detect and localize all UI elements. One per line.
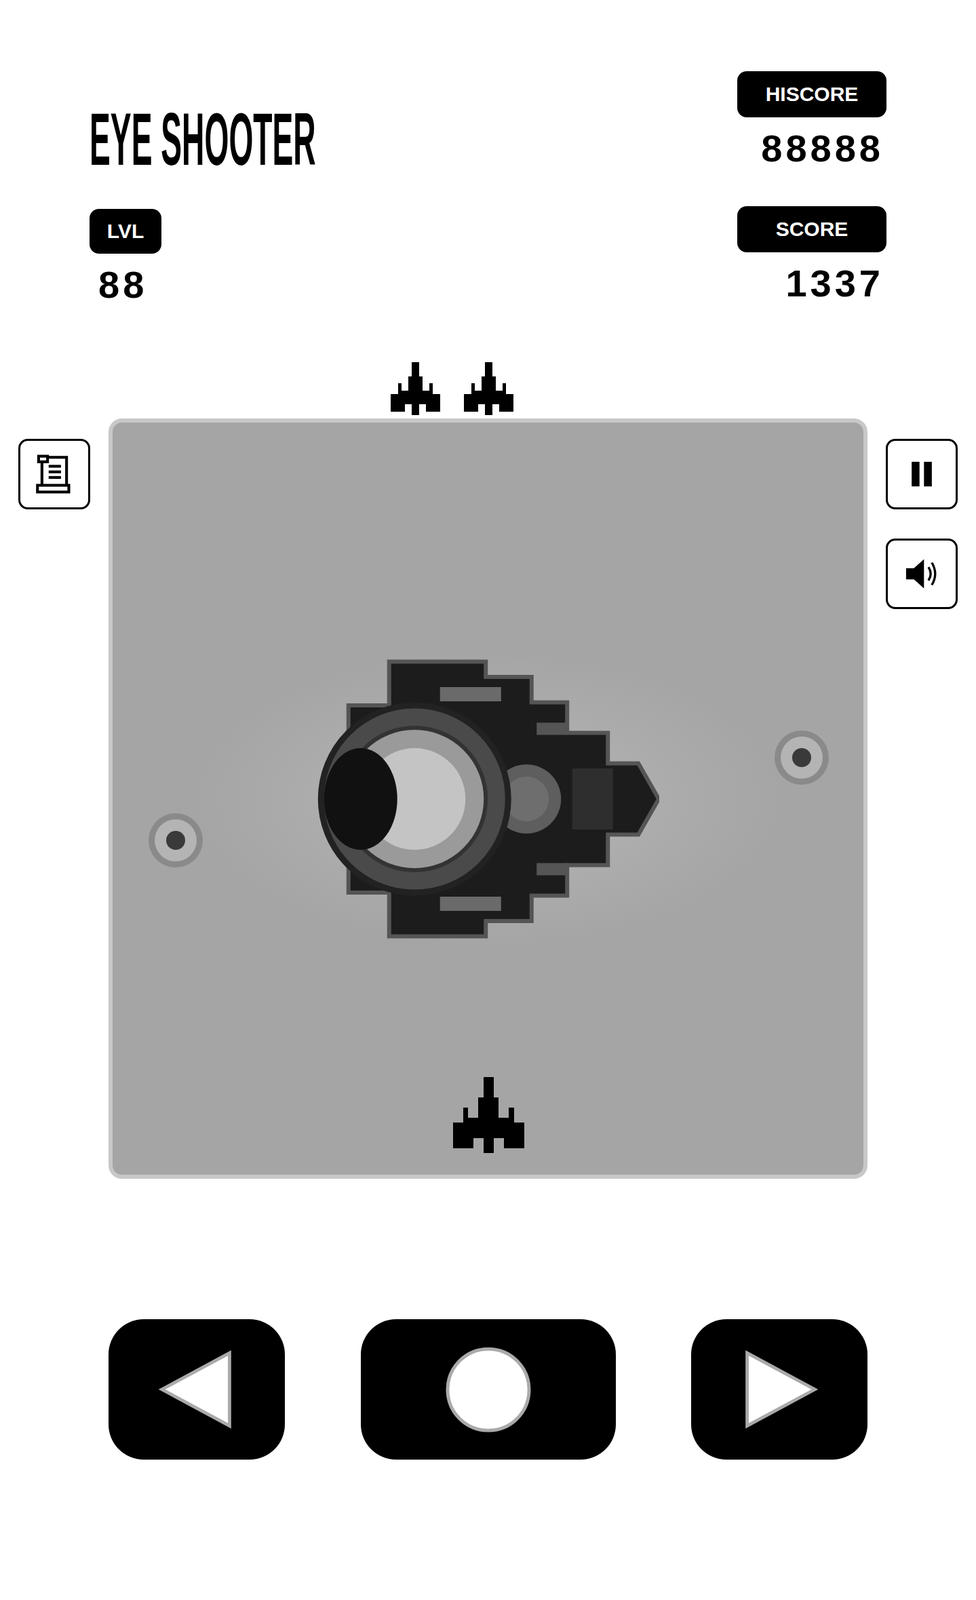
pause-icon	[899, 451, 945, 497]
left-button[interactable]	[108, 1319, 285, 1460]
menu-button[interactable]	[18, 438, 91, 510]
sound-button[interactable]	[885, 538, 958, 610]
game-canvas[interactable]	[108, 418, 868, 1179]
right-button[interactable]	[691, 1319, 868, 1460]
life-ship-icon	[460, 362, 517, 419]
player-ship-icon	[447, 1075, 530, 1160]
title-block: EYE SHOOTER LVL 88	[89, 71, 334, 363]
title-wrap: EYE SHOOTER	[89, 101, 334, 177]
game-screen: EYE SHOOTER LVL 88 HISCORE 88888 SCORE 1337	[0, 0, 976, 1600]
speaker-icon	[899, 551, 945, 597]
score-value: 1337	[785, 264, 887, 303]
left-arrow-icon	[158, 1349, 237, 1430]
hiscore-badge: HISCORE	[737, 71, 887, 118]
hiscore-value: 88888	[760, 129, 887, 168]
fire-button[interactable]	[360, 1319, 616, 1460]
circle-icon	[444, 1346, 532, 1434]
play-area	[0, 418, 976, 1179]
eye-boss-icon	[317, 656, 660, 942]
header: EYE SHOOTER LVL 88 HISCORE 88888 SCORE 1337	[0, 0, 976, 363]
game-title: EYE SHOOTER	[89, 101, 317, 177]
enemy-bullet-icon	[773, 729, 831, 787]
scroll-icon	[31, 451, 77, 497]
pause-button[interactable]	[885, 438, 958, 510]
right-arrow-icon	[740, 1349, 819, 1430]
score-block: HISCORE 88888 SCORE 1337	[737, 71, 887, 363]
left-tools	[0, 418, 109, 1179]
score-badge: SCORE	[737, 206, 887, 253]
enemy-bullet-icon	[147, 811, 205, 869]
lives	[0, 362, 976, 419]
controls	[0, 1319, 976, 1460]
level-value: 88	[89, 265, 148, 304]
right-tools	[867, 418, 976, 1179]
life-ship-icon	[387, 362, 444, 419]
level-badge: LVL	[89, 208, 162, 254]
